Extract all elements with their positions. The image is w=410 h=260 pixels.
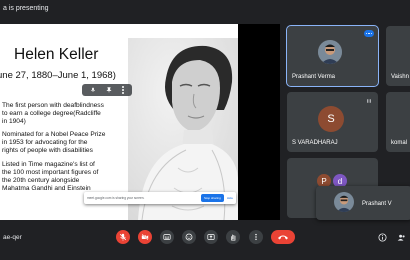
presentation-stage: Helen Keller une 27, 1880–June 1, 1968) … bbox=[0, 24, 280, 220]
more-options-small-icon[interactable] bbox=[122, 89, 124, 91]
screen-share-bar: meet.google.com is sharing your screen. … bbox=[84, 192, 236, 204]
avatar: S bbox=[318, 106, 344, 132]
slide-dates: une 27, 1880–June 1, 1968) bbox=[0, 70, 116, 81]
camera-off-icon[interactable] bbox=[138, 230, 152, 244]
slide-bullet: The first person with deafblindness to e… bbox=[2, 102, 104, 126]
share-message: meet.google.com is sharing your screen. bbox=[87, 196, 145, 200]
mic-off-icon[interactable] bbox=[116, 230, 130, 244]
stop-sharing-button[interactable]: Stop sharing bbox=[200, 194, 224, 202]
participant-name: Prashant V bbox=[362, 201, 392, 207]
slide-title: Helen Keller bbox=[14, 46, 99, 63]
meeting-code: ae-qer bbox=[3, 234, 22, 241]
slide-controls[interactable] bbox=[82, 84, 132, 96]
hide-button[interactable]: Hide bbox=[227, 196, 233, 200]
slide-bullet: Listed in Time magazine's list of the 10… bbox=[2, 160, 99, 192]
people-icon[interactable] bbox=[396, 232, 406, 242]
bottom-toolbar: ae-qer bbox=[0, 222, 410, 260]
mic-small-icon[interactable] bbox=[90, 87, 96, 93]
more-options-icon[interactable] bbox=[364, 30, 374, 37]
captions-icon[interactable] bbox=[160, 230, 174, 244]
avatar bbox=[318, 40, 342, 64]
participant-name: komal bbox=[391, 140, 408, 146]
mic-muted-icon bbox=[367, 99, 371, 103]
participant-name: Prashant Verma bbox=[292, 74, 336, 80]
participant-name: S VARADHARAJ bbox=[292, 140, 338, 146]
emoji-icon[interactable] bbox=[182, 230, 196, 244]
info-icon[interactable] bbox=[377, 232, 387, 242]
pin-small-icon[interactable] bbox=[106, 87, 112, 93]
participant-tile[interactable]: komal bbox=[386, 92, 410, 152]
self-view-tile[interactable]: Prashant V bbox=[316, 186, 410, 220]
presenting-label: a is presenting bbox=[3, 5, 49, 12]
present-icon[interactable] bbox=[204, 230, 218, 244]
participant-name: Vaishn bbox=[391, 74, 409, 80]
avatar bbox=[334, 192, 354, 212]
participant-tile[interactable]: S S VARADHARAJ bbox=[287, 92, 378, 152]
participant-tile[interactable]: Vaishn bbox=[386, 26, 410, 86]
end-call-icon[interactable] bbox=[271, 230, 295, 244]
presentation-slide: Helen Keller une 27, 1880–June 1, 1968) … bbox=[0, 24, 238, 220]
slide-bullet: Nominated for a Nobel Peace Prize in 195… bbox=[2, 131, 106, 155]
more-options-icon[interactable] bbox=[249, 230, 263, 244]
raise-hand-icon[interactable] bbox=[226, 230, 240, 244]
top-bar: a is presenting bbox=[0, 0, 410, 18]
participant-tile[interactable]: Prashant Verma bbox=[286, 25, 379, 87]
slide-bullets: The first person with deafblindness to e… bbox=[2, 102, 132, 198]
